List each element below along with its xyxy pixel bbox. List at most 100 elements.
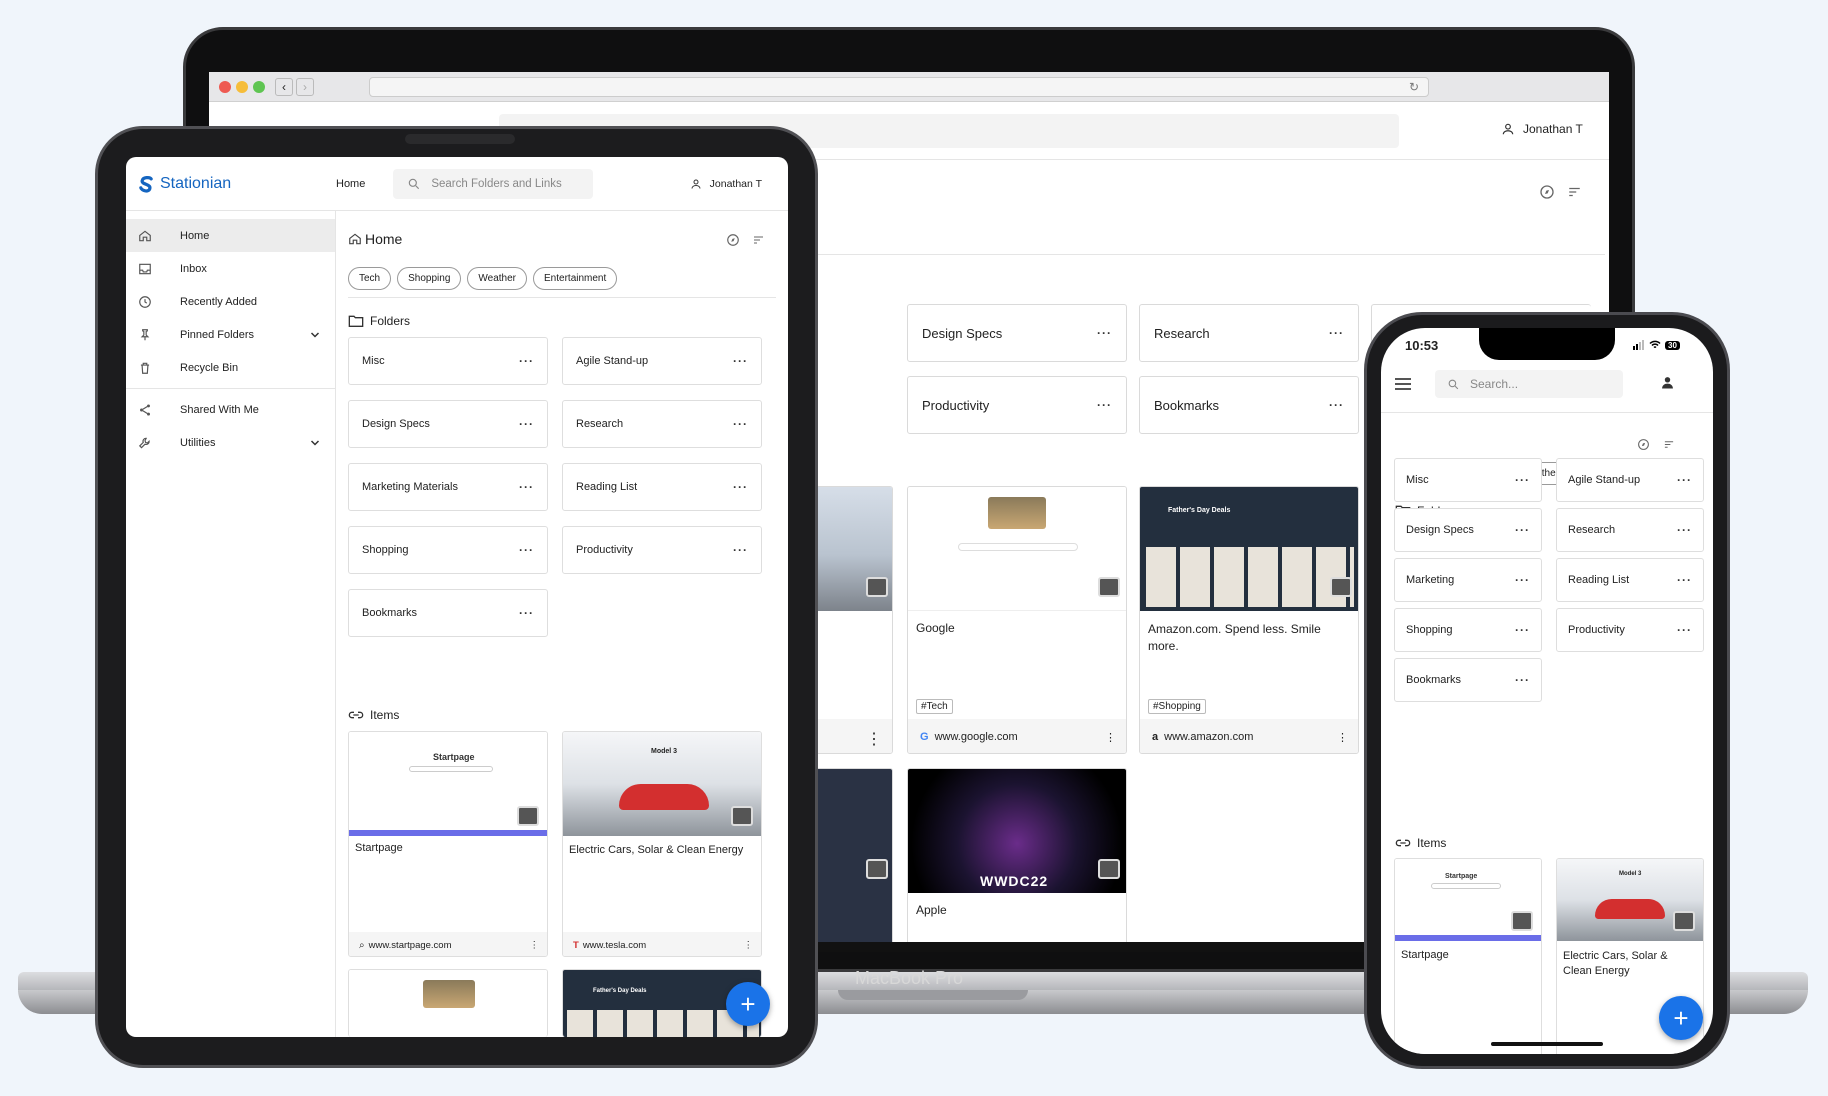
more-options-icon[interactable]: ··· (519, 480, 534, 494)
sidebar-item-inbox[interactable]: Inbox (126, 252, 335, 285)
more-options-icon[interactable]: ··· (733, 480, 748, 494)
folder-card[interactable]: Design Specs ··· (348, 400, 548, 448)
item-card-tesla[interactable]: Model 3 Electric Cars, Solar & Clean Ene… (562, 731, 762, 957)
minimize-window-button[interactable] (236, 81, 248, 93)
more-options-icon[interactable]: ··· (733, 543, 748, 557)
sort-icon[interactable] (752, 234, 765, 246)
item-url[interactable]: www.tesla.com (583, 940, 646, 951)
reader-view-icon[interactable] (1330, 577, 1352, 597)
tag-chip[interactable]: Weather (467, 267, 528, 290)
mac-item-card-google[interactable]: Google #Tech Gwww.google.com ⋮ (907, 486, 1127, 754)
more-options-icon[interactable]: ··· (1329, 398, 1344, 412)
folder-card[interactable]: Research ··· (1556, 508, 1704, 552)
reload-icon[interactable]: ↻ (1409, 80, 1419, 94)
folder-card[interactable]: Reading List ··· (1556, 558, 1704, 602)
reader-view-icon[interactable] (1673, 911, 1695, 931)
folder-card[interactable]: Marketing Materials ··· (348, 463, 548, 511)
more-options-icon[interactable]: ··· (519, 606, 534, 620)
folder-card[interactable]: Bookmarks ··· (348, 589, 548, 637)
item-url[interactable]: www.startpage.com (369, 940, 452, 951)
more-options-icon[interactable]: ··· (1677, 573, 1692, 587)
mac-sort-icon[interactable] (1567, 185, 1582, 199)
more-options-icon[interactable]: ··· (519, 417, 534, 431)
reader-view-icon[interactable] (866, 859, 888, 879)
more-options-icon[interactable]: ⋮ (530, 940, 540, 951)
more-options-icon[interactable]: ⋮ (1105, 731, 1116, 744)
sidebar-item-recycle-bin[interactable]: Recycle Bin (126, 351, 335, 384)
chevron-down-icon[interactable] (309, 437, 321, 449)
folder-card[interactable]: Agile Stand-up ··· (1556, 458, 1704, 502)
chevron-down-icon[interactable] (309, 329, 321, 341)
item-tag[interactable]: #Tech (916, 699, 953, 714)
item-card-startpage[interactable]: Startpage Startpage ⌕ www.startpage.com ⋮ (348, 731, 548, 957)
mac-folder-card[interactable]: Design Specs ··· (907, 304, 1127, 362)
more-options-icon[interactable]: ⋮ (744, 940, 754, 951)
tag-chip[interactable]: Shopping (397, 267, 462, 290)
search-input[interactable]: Search... (1435, 370, 1623, 398)
explore-icon[interactable] (726, 233, 740, 247)
reader-view-icon[interactable] (517, 806, 539, 826)
mac-folder-card[interactable]: Productivity ··· (907, 376, 1127, 434)
reader-view-icon[interactable] (731, 806, 753, 826)
more-options-icon[interactable]: ⋮ (1337, 731, 1348, 744)
more-options-icon[interactable]: ··· (1515, 573, 1530, 587)
mac-item-card-amazon[interactable]: Father's Day Deals Amazon.com. Spend les… (1139, 486, 1359, 754)
search-input[interactable]: Search Folders and Links (393, 168, 594, 199)
more-options-icon[interactable]: ··· (519, 354, 534, 368)
sidebar-item-utilities[interactable]: Utilities (126, 426, 335, 459)
item-tag[interactable]: #Shopping (1148, 699, 1206, 714)
mac-item-card-apple[interactable]: WWDC22 Apple (907, 768, 1127, 952)
folder-card[interactable]: Design Specs ··· (1394, 508, 1542, 552)
app-logo[interactable]: Stationian (126, 175, 336, 193)
item-url[interactable]: www.amazon.com (1164, 731, 1253, 743)
folder-card[interactable]: Marketing ··· (1394, 558, 1542, 602)
folder-card[interactable]: Shopping ··· (348, 526, 548, 574)
folder-card[interactable]: Bookmarks ··· (1394, 658, 1542, 702)
reader-view-icon[interactable] (1098, 859, 1120, 879)
reader-view-icon[interactable] (866, 577, 888, 597)
more-options-icon[interactable]: ··· (519, 543, 534, 557)
sidebar-item-recently-added[interactable]: Recently Added (126, 285, 335, 318)
tag-chip[interactable]: Tech (348, 267, 392, 290)
more-options-icon[interactable]: ··· (1677, 623, 1692, 637)
folder-card[interactable]: Misc ··· (1394, 458, 1542, 502)
tag-chip[interactable]: Entertainment (533, 267, 618, 290)
more-options-icon[interactable]: ··· (1097, 398, 1112, 412)
more-options-icon[interactable]: ··· (733, 417, 748, 431)
item-url[interactable]: www.google.com (935, 731, 1018, 743)
more-options-icon[interactable]: ··· (1097, 326, 1112, 340)
mac-user-menu[interactable]: Jonathan T (1501, 122, 1583, 136)
sort-icon[interactable] (1663, 439, 1675, 450)
reader-view-icon[interactable] (1098, 577, 1120, 597)
sidebar-item-home[interactable]: Home (126, 219, 335, 252)
user-icon[interactable] (1661, 376, 1674, 389)
more-options-icon[interactable]: ··· (733, 354, 748, 368)
folder-card[interactable]: Productivity ··· (562, 526, 762, 574)
top-home-link[interactable]: Home (336, 178, 365, 190)
close-window-button[interactable] (219, 81, 231, 93)
more-options-icon[interactable]: ··· (1329, 326, 1344, 340)
folder-card[interactable]: Reading List ··· (562, 463, 762, 511)
folder-card[interactable]: Shopping ··· (1394, 608, 1542, 652)
more-options-icon[interactable]: ··· (1677, 473, 1692, 487)
reader-view-icon[interactable] (1511, 911, 1533, 931)
user-menu[interactable]: Jonathan T (690, 178, 762, 190)
address-bar[interactable] (369, 77, 1429, 97)
menu-icon[interactable] (1395, 378, 1411, 390)
mac-folder-card[interactable]: Bookmarks ··· (1139, 376, 1359, 434)
folder-card[interactable]: Productivity ··· (1556, 608, 1704, 652)
folder-card[interactable]: Agile Stand-up ··· (562, 337, 762, 385)
more-options-icon[interactable]: ··· (1515, 473, 1530, 487)
explore-icon[interactable] (1637, 438, 1650, 451)
folder-card[interactable]: Misc ··· (348, 337, 548, 385)
add-fab-button[interactable]: + (726, 982, 770, 1026)
item-card-google[interactable] (348, 969, 548, 1037)
maximize-window-button[interactable] (253, 81, 265, 93)
more-options-icon[interactable]: ··· (1515, 673, 1530, 687)
sidebar-item-pinned-folders[interactable]: Pinned Folders (126, 318, 335, 351)
sidebar-item-shared-with-me[interactable]: Shared With Me (126, 393, 335, 426)
back-icon[interactable]: ‹ (275, 78, 293, 96)
more-options-icon[interactable]: ··· (1677, 523, 1692, 537)
forward-icon[interactable]: › (296, 78, 314, 96)
mac-explore-icon[interactable] (1539, 184, 1555, 200)
